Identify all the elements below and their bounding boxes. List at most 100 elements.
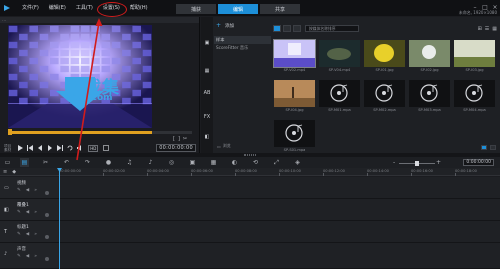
pan-zoom-icon[interactable]: ⤢	[272, 158, 281, 167]
track-mute-icon[interactable]: ◀	[26, 254, 29, 259]
mask-creator-icon[interactable]: ◐	[230, 158, 239, 167]
menu-edit[interactable]: 编辑(E)	[44, 0, 71, 16]
media-thumbnail[interactable]: SP-M02.mpa	[364, 80, 405, 116]
mark-out-icon[interactable]: ]	[178, 136, 180, 142]
track-mute-icon[interactable]: ◀	[26, 210, 29, 215]
library-size-icon[interactable]	[490, 145, 496, 150]
auto-music-icon[interactable]: ♪	[146, 158, 155, 167]
instant-project-icon[interactable]: ▦	[203, 67, 211, 75]
scrubber-handle[interactable]	[8, 129, 12, 135]
timeline-duration[interactable]: 0:00:00:00	[463, 159, 494, 166]
import-icon[interactable]: ⊞	[478, 26, 482, 32]
list-view-icon[interactable]: ☰	[485, 26, 489, 32]
preview-screen[interactable]: 下载集 xzji.com	[8, 25, 152, 128]
preview-timecode[interactable]: 00:00:00:00	[156, 144, 196, 152]
media-thumbnail[interactable]: SP-I02.jpg	[409, 40, 450, 76]
media-thumbnail[interactable]: SP-V04.mp4	[319, 40, 360, 76]
thumbnail-view-icon[interactable]: ▦	[492, 26, 497, 32]
mode-clip[interactable]: 素材	[4, 148, 11, 152]
split-clip-icon[interactable]: ✂	[183, 136, 187, 142]
track-visibility-dot[interactable]	[45, 257, 49, 261]
timeline-ruler[interactable]: ≡ ◆ 00:00:00:00 00:00:02:00 00:00:04:00 00:…	[0, 168, 500, 176]
home-icon[interactable]	[26, 144, 34, 152]
volume-icon[interactable]	[76, 144, 84, 152]
media-library-icon[interactable]: ▣	[203, 39, 211, 47]
add-folder-button[interactable]: + 添加	[216, 23, 271, 30]
track-edit-icon[interactable]: ✎	[17, 232, 21, 237]
tab-edit[interactable]: 编辑	[218, 4, 258, 14]
subtitle-editor-icon[interactable]: ▣	[188, 158, 197, 167]
fit-screen-icon[interactable]	[102, 144, 110, 152]
show-photo-toggle[interactable]	[283, 25, 291, 32]
playhead-line[interactable]	[59, 169, 60, 269]
track-ripple-icon[interactable]: »	[34, 254, 37, 259]
folder-samples[interactable]: 样本	[214, 36, 271, 44]
show-audio-toggle[interactable]	[293, 25, 301, 32]
mark-in-icon[interactable]: [	[173, 136, 175, 142]
repeat-icon[interactable]	[66, 144, 74, 152]
media-thumbnail[interactable]: SP-I03.jpg	[454, 40, 495, 76]
track-visibility-dot[interactable]	[45, 191, 49, 195]
storyboard-view-icon[interactable]: ▭	[3, 158, 12, 167]
track-edit-icon[interactable]: ✎	[17, 188, 21, 193]
track-ripple-icon[interactable]: »	[34, 210, 37, 215]
track-header[interactable]: T 标题1 ✎ ◀ »	[0, 221, 58, 243]
track-ripple-icon[interactable]: »	[34, 188, 37, 193]
play-icon[interactable]	[16, 144, 24, 152]
tools-icon[interactable]: ✂	[41, 158, 50, 167]
track-mute-icon[interactable]: ◀	[26, 188, 29, 193]
track-edit-icon[interactable]: ✎	[17, 254, 21, 259]
track-header[interactable]: ▭ 视频 ✎ ◀ »	[0, 177, 58, 199]
hd-preview-toggle[interactable]: HD	[88, 144, 99, 152]
add-chapter-icon[interactable]: ◆	[12, 169, 16, 175]
media-thumbnail[interactable]: SP-M01.mpa	[319, 80, 360, 116]
menu-settings[interactable]: 设置(S)	[96, 0, 127, 17]
media-thumbnail[interactable]: SP-I01.jpg	[364, 40, 405, 76]
zoom-handle[interactable]	[415, 160, 419, 166]
sort-dropdown[interactable]: 按媒体名称排序	[305, 25, 359, 32]
track-manager-icon[interactable]: ≡	[3, 169, 7, 175]
multi-camera-icon[interactable]: ▦	[209, 158, 218, 167]
zoom-slider[interactable]: - +	[393, 159, 441, 166]
media-thumbnail[interactable]: SP-I04.jpg	[274, 80, 315, 116]
track-lane[interactable]	[58, 243, 500, 269]
track-edit-icon[interactable]: ✎	[17, 210, 21, 215]
media-thumbnail[interactable]: SP-M03.mpa	[409, 80, 450, 116]
track-mute-icon[interactable]: ◀	[26, 232, 29, 237]
track-lane[interactable]	[58, 221, 500, 243]
transition-icon[interactable]: AB	[203, 89, 211, 97]
media-thumbnail[interactable]: SP-S01.mpa	[274, 120, 315, 156]
filter-fx-icon[interactable]: FX	[203, 113, 211, 121]
divider-grip[interactable]	[244, 154, 256, 156]
end-icon[interactable]	[56, 144, 64, 152]
scrubber-bar[interactable]	[8, 129, 192, 135]
browse-button[interactable]: ▭ 浏览	[217, 143, 231, 149]
next-frame-icon[interactable]	[46, 144, 54, 152]
graphics-icon[interactable]: ◧	[203, 133, 211, 141]
menu-file[interactable]: 文件(F)	[17, 0, 44, 16]
media-thumbnail[interactable]: SP-M04.mpa	[454, 80, 495, 116]
menu-help[interactable]: 帮助(H)	[125, 0, 153, 16]
track-visibility-dot[interactable]	[45, 213, 49, 217]
track-header[interactable]: ♪ 声音 ✎ ◀ »	[0, 243, 58, 269]
tab-capture[interactable]: 捕获	[176, 4, 216, 14]
track-lane[interactable]	[58, 177, 500, 199]
previous-frame-icon[interactable]	[36, 144, 44, 152]
media-thumbnail[interactable]: SP-V02.mp4	[273, 39, 316, 76]
show-video-toggle[interactable]	[273, 25, 281, 32]
motion-tracking-icon[interactable]: ◎	[167, 158, 176, 167]
track-lane[interactable]	[58, 199, 500, 221]
tab-share[interactable]: 共享	[260, 4, 300, 14]
timeline-view-icon[interactable]: ▤	[20, 158, 29, 167]
sound-mixer-icon[interactable]: ♫	[125, 158, 134, 167]
track-ripple-icon[interactable]: »	[34, 232, 37, 237]
color-grading-icon[interactable]: ◈	[293, 158, 302, 167]
zoom-in-icon[interactable]: +	[436, 159, 441, 166]
time-remap-icon[interactable]: ⟲	[251, 158, 260, 167]
track-header[interactable]: ◧ 覆叠1 ✎ ◀ »	[0, 199, 58, 221]
undo-icon[interactable]: ↶	[62, 158, 71, 167]
library-options-icon[interactable]	[481, 145, 487, 150]
record-capture-icon[interactable]: ●	[104, 158, 113, 167]
folder-scorefitter[interactable]: ScoreFitter 音乐	[214, 44, 271, 52]
redo-icon[interactable]: ↷	[83, 158, 92, 167]
